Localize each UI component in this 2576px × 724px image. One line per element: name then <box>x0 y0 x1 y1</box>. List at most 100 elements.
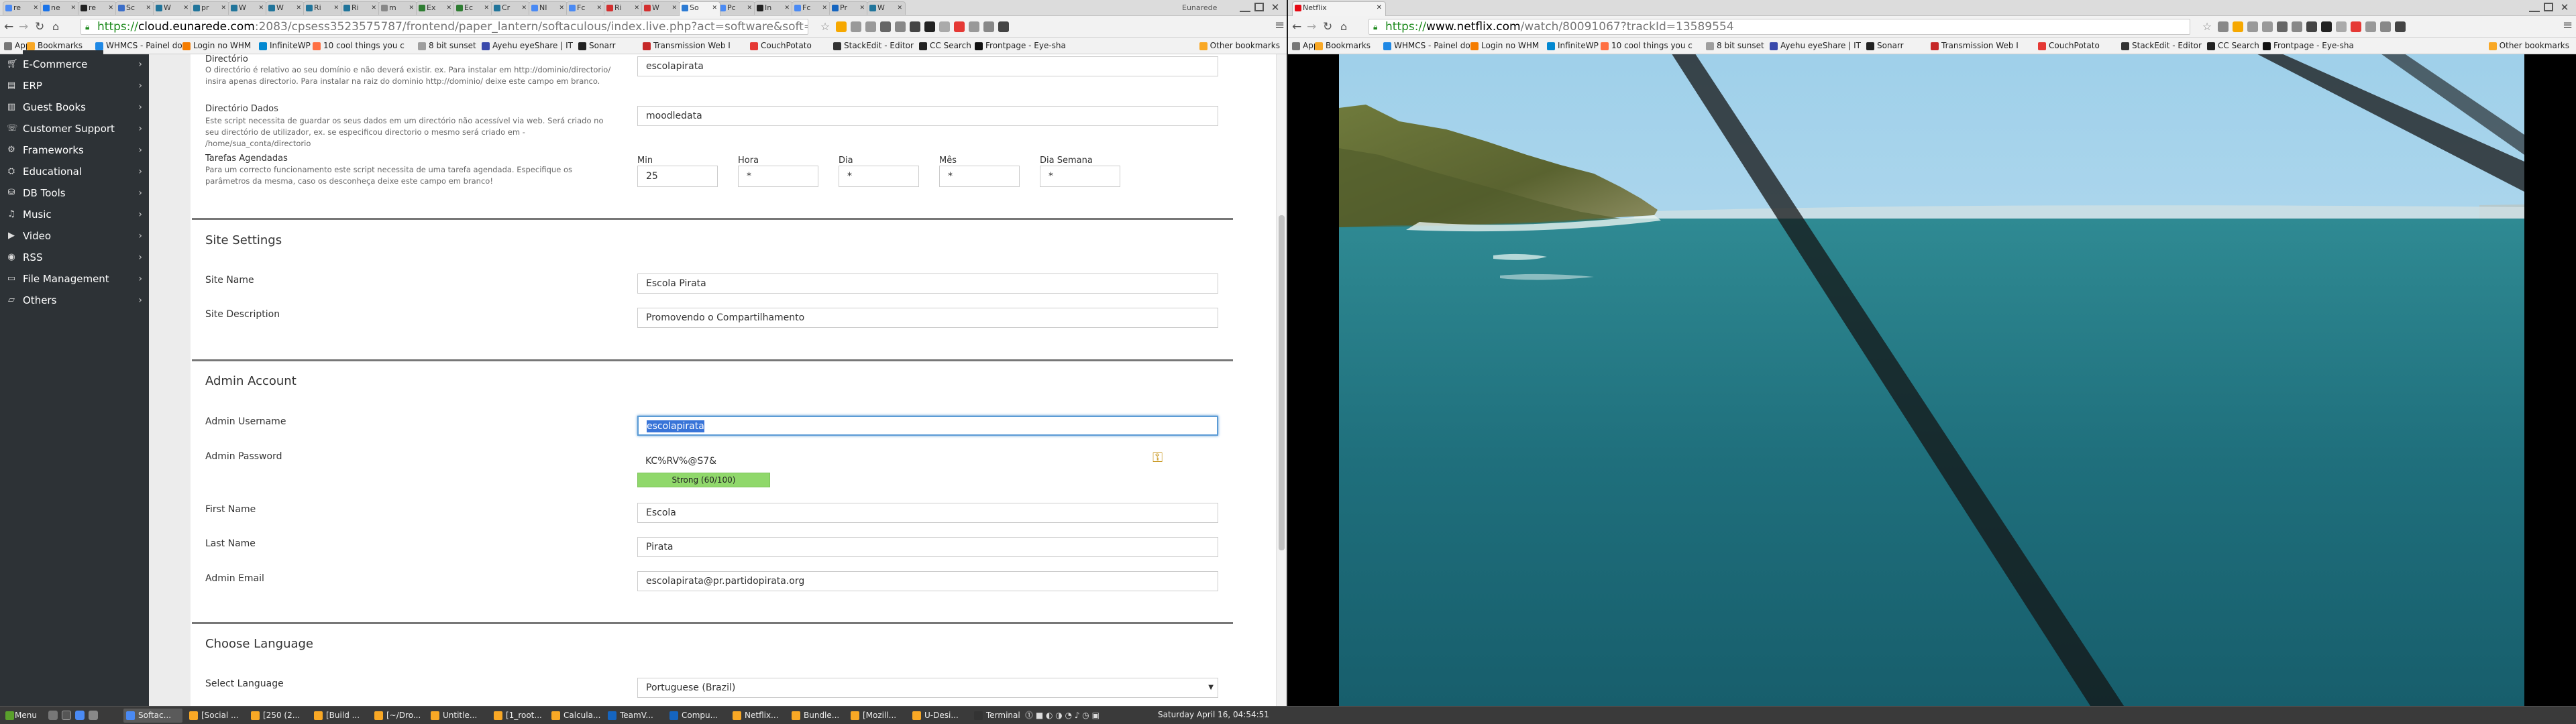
admin-password-input[interactable]: KC%RV%@S7& <box>637 452 1134 472</box>
extension-icon[interactable] <box>880 21 891 32</box>
close-icon[interactable]: ✕ <box>897 2 902 14</box>
last-name-input[interactable]: Pirata <box>637 537 1218 557</box>
tab-item[interactable]: Pr ✕ <box>829 1 868 15</box>
extension-icon[interactable] <box>2351 21 2361 32</box>
tab-item[interactable]: NI ✕ <box>529 1 568 15</box>
close-icon[interactable]: ✕ <box>296 2 301 14</box>
close-icon[interactable]: ✕ <box>784 2 790 14</box>
sidebar-item-customer-support[interactable]: ☏ Customer Support › <box>0 119 149 139</box>
taskbar-item[interactable]: [1_root... <box>491 709 550 723</box>
home-icon[interactable]: ⌂ <box>1340 20 1347 34</box>
taskbar-item[interactable]: Netflix... <box>730 709 789 723</box>
sidebar-item-educational[interactable]: ⛭ Educational › <box>0 162 149 182</box>
tab-item[interactable]: W ✕ <box>153 1 192 15</box>
reload-icon[interactable]: ↻ <box>35 20 44 34</box>
cron-1-input[interactable]: * <box>738 166 818 187</box>
tab-item[interactable]: m ✕ <box>378 1 417 15</box>
sidebar-item-file-management[interactable]: ▭ File Management › <box>0 269 149 289</box>
taskbar-item[interactable]: TeamV... <box>605 709 664 723</box>
extension-lock-icon[interactable] <box>836 21 847 32</box>
tab-item[interactable]: Ri ✕ <box>604 1 643 15</box>
extension-icon[interactable] <box>2218 21 2229 32</box>
home-icon[interactable]: ⌂ <box>52 20 59 34</box>
bookmark-item[interactable]: Frontpage - Eye-sha <box>975 41 1066 51</box>
key-icon[interactable]: ⚿ <box>1152 449 1163 465</box>
forward-icon[interactable]: → <box>19 20 28 34</box>
close-icon[interactable]: ✕ <box>258 2 264 14</box>
close-icon[interactable]: ✕ <box>672 2 677 14</box>
extension-icon[interactable] <box>2321 21 2332 32</box>
bookmark-item[interactable]: 8 bit sunset <box>418 41 476 51</box>
reload-icon[interactable]: ↻ <box>1323 20 1332 34</box>
taskbar-item[interactable]: Bundle... <box>789 709 848 723</box>
bookmark-item[interactable]: Ayehu eyeShare | IT <box>1770 41 1861 51</box>
tab-item[interactable]: re ✕ <box>3 1 42 15</box>
netflix-video-player[interactable] <box>1339 54 2524 706</box>
address-bar[interactable]: 🔒︎ https://www.netflix.com/watch/8009106… <box>1368 19 2190 35</box>
close-icon[interactable]: ✕ <box>521 2 527 14</box>
extension-icon[interactable] <box>2247 21 2258 32</box>
back-icon[interactable]: ← <box>4 20 13 34</box>
cron-2-input[interactable]: * <box>839 166 919 187</box>
close-icon[interactable]: ✕ <box>822 2 827 14</box>
cron-3-input[interactable]: * <box>939 166 1020 187</box>
terminal-launcher-icon[interactable] <box>62 711 71 720</box>
extension-icon[interactable] <box>2292 21 2302 32</box>
admin-email-input[interactable]: escolapirata@pr.partidopirata.org <box>637 571 1218 591</box>
site-description-input[interactable]: Promovendo o Compartilhamento <box>637 308 1218 328</box>
language-select[interactable]: Portuguese (Brazil) ▼ <box>637 678 1218 698</box>
bookmark-item[interactable]: 8 bit sunset <box>1706 41 1764 51</box>
bookmark-item[interactable]: Bookmarks <box>27 41 83 51</box>
taskbar-item[interactable]: Calcula... <box>549 709 608 723</box>
bookmark-other[interactable]: Other bookmarks <box>2488 41 2569 51</box>
taskbar-item[interactable]: [250 (2... <box>248 709 307 723</box>
menu-icon[interactable]: ≡ <box>2563 19 2573 32</box>
close-icon[interactable]: ✕ <box>1377 2 1382 14</box>
close-icon[interactable]: ✕ <box>747 2 752 14</box>
close-icon[interactable]: ✕ <box>446 2 451 14</box>
close-icon[interactable]: ✕ <box>712 2 717 14</box>
tab-item[interactable]: W ✕ <box>266 1 305 15</box>
extension-icon[interactable] <box>851 21 861 32</box>
scrollbar[interactable] <box>1276 54 1287 706</box>
extension-icon[interactable] <box>2380 21 2391 32</box>
tab-item[interactable]: Ec ✕ <box>453 1 492 15</box>
sidebar-item-db-tools[interactable]: ⛁ DB Tools › <box>0 183 149 203</box>
bookmark-item[interactable]: StackEdit - Editor <box>2121 41 2202 51</box>
sidebar-item-guest-books[interactable]: ▥ Guest Books › <box>0 97 149 117</box>
close-icon[interactable]: ✕ <box>559 2 564 14</box>
extension-icon[interactable] <box>910 21 920 32</box>
close-icon[interactable]: ✕ <box>33 2 38 14</box>
window-minimize-button[interactable] <box>2529 3 2540 12</box>
scrollbar-thumb[interactable] <box>1279 215 1285 550</box>
bookmark-item[interactable]: Sonarr <box>578 41 616 51</box>
address-bar[interactable]: 🔒︎ https://cloud.eunarede.com:2083/cpses… <box>80 19 808 35</box>
tab-item[interactable]: Pc ✕ <box>716 1 755 15</box>
extension-icon[interactable] <box>2336 21 2347 32</box>
taskbar-item[interactable]: Terminal <box>971 709 1030 723</box>
tab-netflix[interactable]: Netflix ✕ <box>1292 1 1386 16</box>
bookmark-item[interactable]: Bookmarks <box>1315 41 1371 51</box>
window-maximize-button[interactable] <box>2544 3 2553 11</box>
close-icon[interactable]: ✕ <box>859 2 865 14</box>
sidebar-item-others[interactable]: ▱ Others › <box>0 290 149 310</box>
sidebar-item-erp[interactable]: ▤ ERP › <box>0 76 149 96</box>
extension-icon[interactable] <box>2395 21 2406 32</box>
tab-item[interactable]: W ✕ <box>641 1 680 15</box>
bookmark-item[interactable]: WHMCS - Painel do <box>1383 41 1470 51</box>
close-icon[interactable]: ✕ <box>108 2 113 14</box>
menu-icon[interactable]: ≡ <box>1275 19 1285 32</box>
star-icon[interactable]: ☆ <box>820 21 830 32</box>
back-icon[interactable]: ← <box>1292 20 1301 34</box>
files-launcher-icon[interactable] <box>89 711 98 720</box>
tab-item[interactable]: re ✕ <box>78 1 117 15</box>
tab-item[interactable]: Fc ✕ <box>566 1 605 15</box>
taskbar-item[interactable]: [Social ... <box>186 709 246 723</box>
bookmark-item[interactable]: Ayehu eyeShare | IT <box>482 41 573 51</box>
close-icon[interactable]: ✕ <box>183 2 189 14</box>
close-icon[interactable]: ✕ <box>634 2 639 14</box>
close-icon[interactable]: ✕ <box>146 2 151 14</box>
bookmark-item[interactable]: StackEdit - Editor <box>833 41 914 51</box>
site-name-input[interactable]: Escola Pirata <box>637 274 1218 294</box>
menu-button[interactable]: Menu <box>3 709 44 723</box>
